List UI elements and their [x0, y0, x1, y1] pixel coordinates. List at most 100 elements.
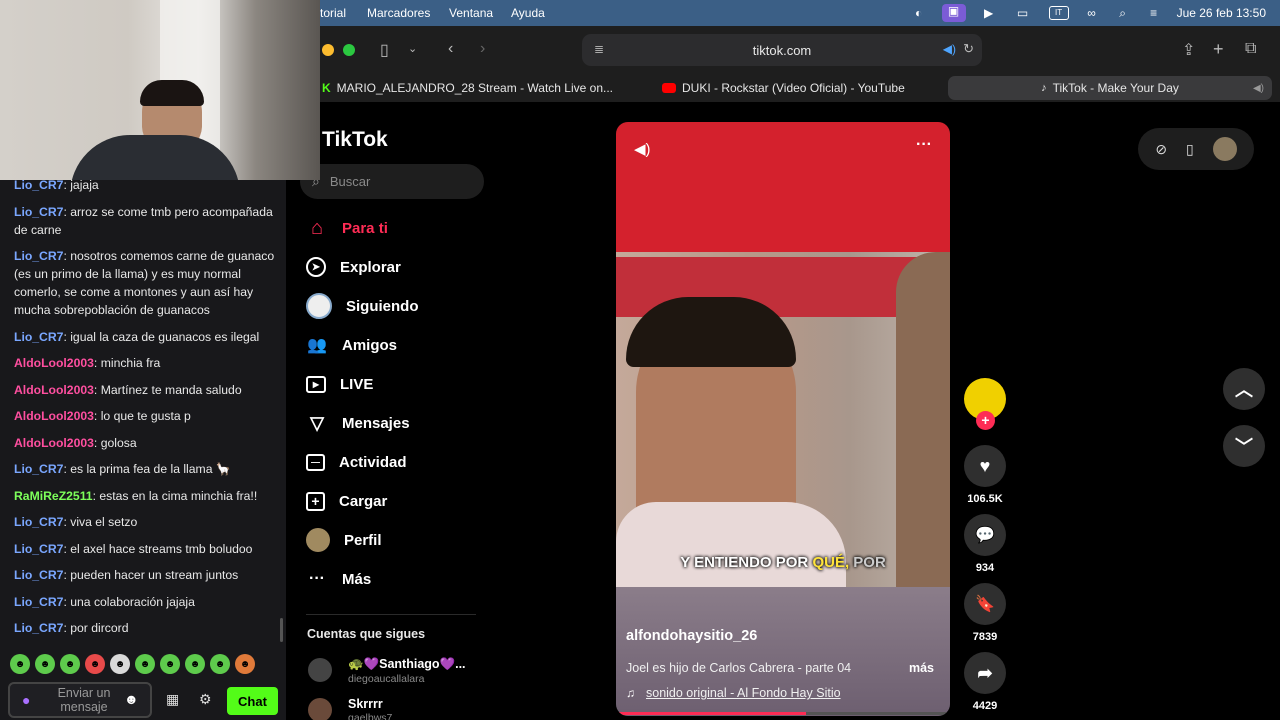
chat-username[interactable]: AldoLool2003	[14, 436, 94, 450]
follow-plus-icon[interactable]: +	[976, 411, 995, 430]
screen-record-icon[interactable]: ▣	[941, 4, 966, 22]
rewind-icon[interactable]: ◐	[911, 6, 927, 20]
chat-username[interactable]: Lio_CR7	[14, 205, 63, 219]
chat-username[interactable]: Lio_CR7	[14, 595, 63, 609]
search-input[interactable]: ⌕ Buscar	[300, 164, 484, 199]
chat-message: AldoLool2003: lo que te gusta p	[14, 407, 276, 425]
chat-username[interactable]: Lio_CR7	[14, 515, 63, 529]
emote-icon[interactable]: ☻	[135, 654, 155, 674]
chat-username[interactable]: AldoLool2003	[14, 383, 94, 397]
page-menu-icon[interactable]: ≣	[594, 42, 604, 56]
tab-tiktok[interactable]: ♪ TikTok - Make Your Day ◀)	[948, 76, 1272, 100]
upload-plus-icon: +	[306, 491, 325, 511]
tab-youtube[interactable]: DUKI - Rockstar (Video Oficial) - YouTub…	[662, 78, 905, 98]
back-icon[interactable]: ‹	[448, 40, 453, 58]
creator-avatar[interactable]: +	[964, 378, 1006, 430]
menu-ventana[interactable]: Ventana	[449, 6, 493, 20]
chat-username[interactable]: Lio_CR7	[14, 330, 63, 344]
comment-button[interactable]: 💬 934	[964, 514, 1006, 574]
like-count: 106.5K	[967, 493, 1003, 505]
reload-icon[interactable]: ↻	[963, 41, 974, 57]
spotlight-icon[interactable]: ⌕	[1115, 6, 1131, 20]
nav-live[interactable]: ▶ LIVE	[306, 372, 373, 396]
clock[interactable]: Jue 26 feb 13:50	[1177, 6, 1266, 20]
chat-text: minchia fra	[100, 356, 161, 370]
chevron-down-icon[interactable]: ⌄	[408, 42, 417, 55]
nav-amigos[interactable]: 👥 Amigos	[306, 333, 397, 357]
chat-username[interactable]: AldoLool2003	[14, 409, 94, 423]
nav-siguiendo[interactable]: Siguiendo	[306, 293, 419, 319]
emote-icon[interactable]: ☻	[60, 654, 80, 674]
chat-username[interactable]: AldoLool2003	[14, 356, 94, 370]
emote-icon[interactable]: ☻	[235, 654, 255, 674]
volume-icon[interactable]: ◀)	[634, 140, 651, 158]
play-icon[interactable]: ▶	[981, 6, 997, 20]
minimize-button[interactable]	[322, 44, 334, 56]
progress-fill	[616, 712, 807, 715]
save-button[interactable]: 🔖 7839	[964, 583, 1006, 643]
nav-actividad[interactable]: — Actividad	[306, 450, 407, 474]
chat-input[interactable]: ● Enviar un mensaje ☻	[8, 682, 152, 718]
menu-tutorial[interactable]: torial	[320, 6, 346, 20]
more-options-icon[interactable]: ···	[916, 136, 932, 154]
zoom-button[interactable]	[343, 44, 355, 56]
previous-video-button[interactable]: ︿	[1223, 368, 1265, 410]
following-account[interactable]: Skrrrr gaelbws7	[308, 696, 488, 720]
store-icon[interactable]: ▦	[166, 691, 179, 708]
scrollbar[interactable]	[280, 618, 283, 642]
link-icon[interactable]: ∞	[1084, 6, 1100, 20]
gear-icon[interactable]: ⚙	[199, 691, 212, 708]
menu-marcadores[interactable]: Marcadores	[367, 6, 430, 20]
nav-mas[interactable]: ··· Más	[306, 567, 371, 591]
video-author[interactable]: alfondohaysitio_26	[626, 628, 757, 644]
like-button[interactable]: ♥ 106.5K	[964, 445, 1006, 505]
menu-ayuda[interactable]: Ayuda	[511, 6, 545, 20]
tiktok-logo[interactable]: TikTok	[322, 128, 388, 152]
battery-icon[interactable]: ▭	[1012, 6, 1034, 20]
video-player[interactable]: Y ENTIENDO POR QUÉ, POR ◀) ··· alfondoha…	[616, 122, 950, 716]
chat-username[interactable]: RaMiReZ2511	[14, 489, 93, 503]
emote-icon[interactable]: ☻	[35, 654, 55, 674]
share-icon[interactable]: ⇪	[1182, 40, 1195, 60]
emoji-icon[interactable]: ☻	[124, 691, 139, 707]
chat-username[interactable]: Lio_CR7	[14, 249, 63, 263]
nav-cargar[interactable]: + Cargar	[306, 489, 387, 513]
microphone-icon[interactable]: ●	[22, 692, 30, 708]
chat-username[interactable]: Lio_CR7	[14, 462, 63, 476]
chat-username[interactable]: Lio_CR7	[14, 542, 63, 556]
more-link[interactable]: más	[909, 661, 934, 675]
coin-icon[interactable]: ⊘	[1155, 141, 1167, 158]
emote-icon[interactable]: ☻	[110, 654, 130, 674]
emote-icon[interactable]: ☻	[10, 654, 30, 674]
url-bar[interactable]: ≣ tiktok.com ◀) ↻	[582, 34, 982, 66]
progress-track[interactable]	[616, 712, 950, 715]
emote-icon[interactable]: ☻	[210, 654, 230, 674]
emote-icon[interactable]: ☻	[160, 654, 180, 674]
video-sound[interactable]: sonido original - Al Fondo Hay Sitio	[646, 686, 841, 700]
chat-username[interactable]: Lio_CR7	[14, 178, 63, 192]
tab-audio-icon[interactable]: ◀)	[1253, 83, 1264, 94]
emote-icon[interactable]: ☻	[85, 654, 105, 674]
nav-para-ti[interactable]: ⌂ Para ti	[306, 216, 388, 240]
nav-mensajes[interactable]: ▽ Mensajes	[306, 411, 409, 435]
audio-icon[interactable]: ◀)	[943, 42, 956, 56]
tab-overview-icon[interactable]: ⧉	[1245, 40, 1256, 58]
device-icon[interactable]: ▯	[1186, 141, 1194, 158]
share-button[interactable]: ➦ 4429	[964, 652, 1006, 712]
forward-icon[interactable]: ›	[480, 40, 485, 58]
tab-kick-stream[interactable]: K MARIO_ALEJANDRO_28 Stream - Watch Live…	[322, 78, 613, 98]
emote-icon[interactable]: ☻	[185, 654, 205, 674]
chat-username[interactable]: Lio_CR7	[14, 568, 63, 582]
next-video-button[interactable]: ﹀	[1223, 425, 1265, 467]
sidebar-icon[interactable]: ▯	[380, 40, 389, 60]
user-avatar[interactable]	[1212, 137, 1237, 161]
following-account[interactable]: 🐢💜Santhiago💜... diegoaucallalara	[308, 656, 488, 688]
keyboard-layout-icon[interactable]: IT	[1048, 6, 1069, 20]
chat-send-button[interactable]: Chat	[227, 687, 278, 715]
nav-explorar[interactable]: ➤ Explorar	[306, 255, 401, 279]
chat-username[interactable]: Lio_CR7	[14, 621, 63, 635]
control-center-icon[interactable]: ≡	[1146, 6, 1162, 20]
nav-perfil[interactable]: Perfil	[306, 528, 382, 552]
new-tab-icon[interactable]: +	[1213, 39, 1224, 60]
account-handle: gaelbws7	[348, 712, 393, 720]
